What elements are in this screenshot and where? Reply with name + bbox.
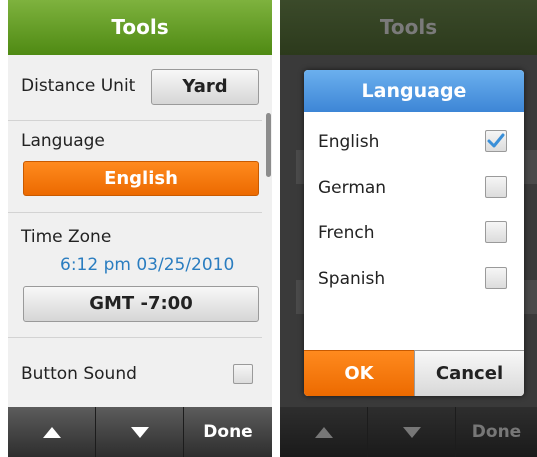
scroll-down-button[interactable] [96, 407, 184, 457]
option-spanish-label: Spanish [318, 269, 386, 289]
distance-unit-row: Distance Unit Yard [8, 55, 262, 121]
down-arrow-icon [130, 426, 149, 438]
dimmed-down-button [368, 407, 456, 457]
language-dialog-screen: Tools Done Language English German Frenc… [280, 0, 537, 457]
bottom-toolbar: Done [8, 407, 272, 457]
ok-button[interactable]: OK [304, 350, 414, 396]
tools-screen: Tools Distance Unit Yard Language Englis… [8, 0, 272, 457]
option-french-checkbox[interactable] [485, 221, 507, 243]
option-spanish-checkbox[interactable] [485, 267, 507, 289]
dimmed-bottom-toolbar: Done [280, 407, 537, 457]
language-dialog: Language English German French Spanish O… [304, 70, 524, 396]
down-arrow-icon [402, 426, 421, 438]
option-german-label: German [318, 178, 387, 198]
option-german-checkbox[interactable] [485, 176, 507, 198]
up-arrow-icon [42, 426, 61, 438]
button-sound-checkbox[interactable] [233, 364, 253, 384]
time-zone-button[interactable]: GMT -7:00 [23, 286, 259, 322]
distance-unit-button[interactable]: Yard [151, 69, 259, 105]
time-zone-row: Time Zone 6:12 pm 03/25/2010 GMT -7:00 [8, 213, 262, 338]
settings-list: Distance Unit Yard Language English Time… [8, 55, 272, 407]
dimmed-up-button [280, 407, 368, 457]
scrollbar[interactable] [266, 113, 271, 177]
time-zone-label: Time Zone [21, 227, 112, 247]
up-arrow-icon [314, 426, 333, 438]
checkmark-icon [487, 133, 505, 148]
cancel-button[interactable]: Cancel [414, 350, 524, 396]
current-time: 6:12 pm 03/25/2010 [60, 255, 235, 275]
done-button[interactable]: Done [184, 407, 272, 457]
option-english-label: English [318, 132, 380, 152]
language-row: Language English [8, 121, 262, 213]
page-title: Tools [8, 0, 272, 55]
button-sound-row: Button Sound [8, 338, 262, 406]
dimmed-page-title: Tools [379, 15, 438, 39]
option-english-checkbox[interactable] [485, 130, 507, 152]
language-label: Language [21, 131, 105, 151]
dialog-title: Language [304, 70, 524, 112]
distance-unit-label: Distance Unit [21, 76, 136, 96]
dimmed-done-button: Done [471, 422, 522, 442]
option-french-label: French [318, 223, 375, 243]
scroll-up-button[interactable] [8, 407, 96, 457]
button-sound-label: Button Sound [21, 364, 137, 384]
language-button[interactable]: English [23, 161, 259, 196]
